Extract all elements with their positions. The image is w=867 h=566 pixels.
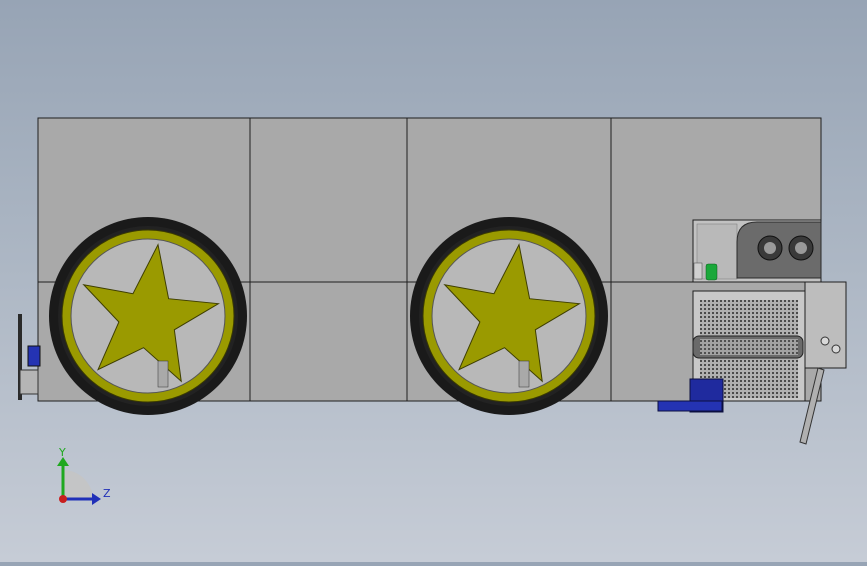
y-axis-label: Y (58, 446, 66, 459)
x-axis-dot (59, 495, 67, 503)
z-axis-label: Z (103, 487, 111, 500)
status-led-green (705, 263, 718, 281)
side-plate (799, 281, 847, 445)
left-wheel (49, 217, 247, 415)
ultrasonic-sensor (736, 221, 822, 279)
cad-viewport[interactable]: Y Z (0, 0, 867, 562)
axis-triad: Y Z (57, 446, 111, 505)
model-view: Y Z (18, 117, 847, 505)
right-wheel (410, 217, 608, 415)
rear-bracket (18, 314, 41, 400)
